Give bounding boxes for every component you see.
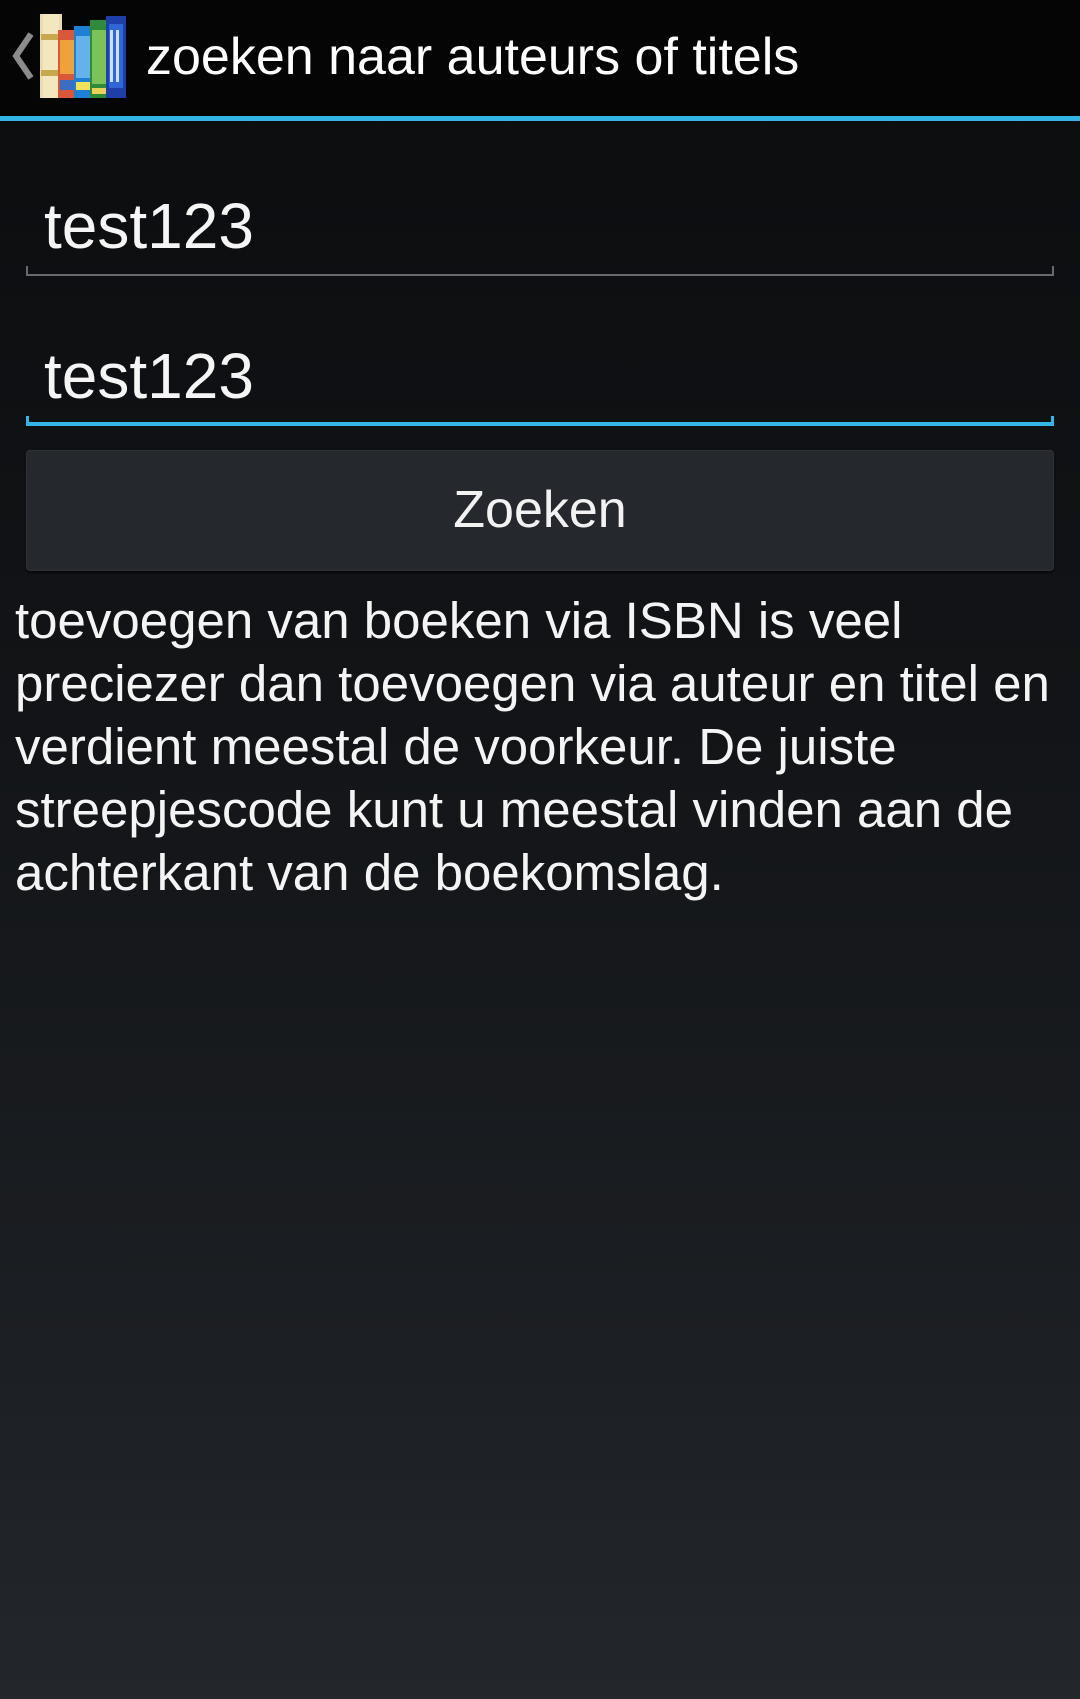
- isbn-hint-text: toevoegen van boeken via ISBN is veel pr…: [15, 592, 1050, 901]
- author-field[interactable]: test123: [26, 176, 1054, 276]
- action-bar: zoeken naar auteurs of titels: [0, 0, 1080, 121]
- title-field[interactable]: test123: [26, 326, 1054, 426]
- author-field-value[interactable]: test123: [44, 176, 254, 276]
- title-field-value[interactable]: test123: [44, 326, 254, 426]
- title-field-underline: [26, 416, 1054, 426]
- page-title: zoeken naar auteurs of titels: [146, 28, 800, 86]
- chevron-left-icon[interactable]: [10, 26, 36, 86]
- search-button[interactable]: Zoeken: [26, 450, 1054, 571]
- books-app-icon[interactable]: [40, 10, 128, 100]
- author-field-underline: [26, 266, 1054, 276]
